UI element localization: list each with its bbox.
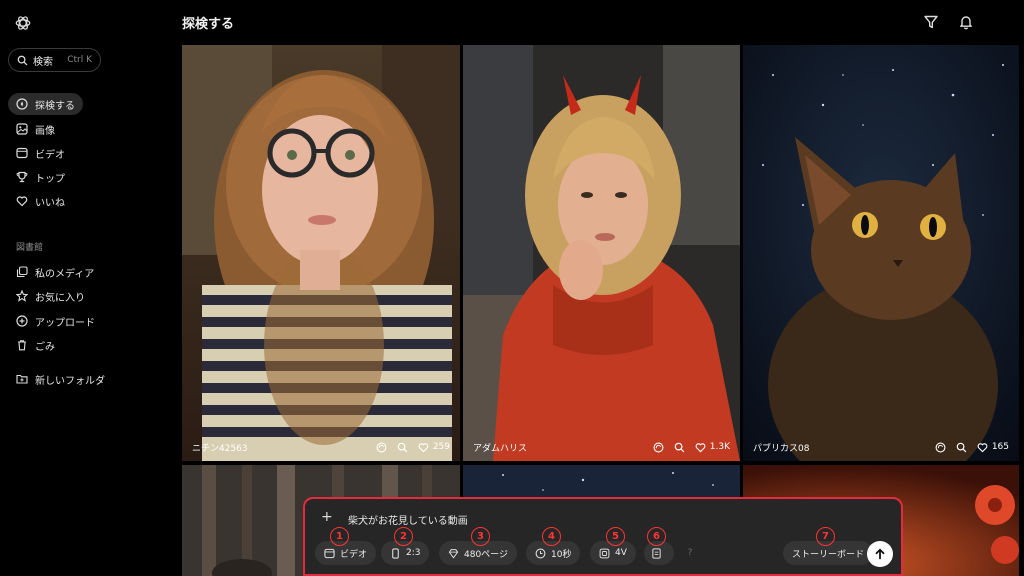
new-folder-button[interactable]: 新しいフォルダ: [8, 368, 113, 390]
card-author[interactable]: アダムハリス: [473, 441, 653, 454]
like-count: 165: [991, 442, 1009, 452]
thumbnail-cosmic-cat: [743, 45, 1019, 461]
like-button[interactable]: 1.3K: [695, 442, 730, 453]
nav-my-media[interactable]: 私のメディア: [8, 261, 102, 283]
heart-icon: [418, 442, 429, 452]
thumbnail-portrait-devil-horns: [463, 45, 740, 461]
new-folder-label: 新しいフォルダ: [35, 375, 105, 387]
chip-media-type[interactable]: ビデオ: [315, 541, 377, 565]
annotation-badge: 5: [606, 527, 625, 546]
openai-logo-icon[interactable]: [14, 14, 32, 32]
add-media-button[interactable]: +: [321, 509, 333, 525]
chip-aspect-ratio-label: 2:3: [406, 548, 421, 558]
nav-upload-label: アップロード: [35, 317, 95, 329]
preset-icon: [652, 547, 661, 559]
image-icon: [16, 123, 28, 135]
chip-variations-label: 4V: [615, 548, 627, 558]
page-title: 探検する: [182, 17, 235, 32]
annotation-badge: 1: [330, 527, 349, 546]
nav-favorites[interactable]: お気に入り: [8, 285, 93, 307]
storyboard-label: ストーリーボード: [792, 549, 865, 560]
remix-icon[interactable]: [653, 442, 664, 453]
media-icon: [16, 266, 28, 278]
card-footer: パブリカス08 165: [743, 433, 1019, 461]
help-icon: ?: [687, 548, 693, 558]
nav-favorites-label: お気に入り: [35, 292, 85, 304]
remix-icon[interactable]: [376, 442, 387, 453]
nav-videos-label: ビデオ: [35, 149, 65, 161]
help-button[interactable]: ?: [678, 541, 702, 565]
chip-resolution-label: 480ページ: [464, 549, 508, 560]
gallery-card[interactable]: パブリカス08 165: [743, 45, 1019, 461]
clock-icon: [535, 548, 546, 558]
annotation-badge: 7: [816, 527, 835, 546]
folder-plus-icon: [16, 374, 28, 384]
annotation-badge: 4: [542, 527, 561, 546]
search-icon[interactable]: [397, 442, 408, 453]
nav-trash-label: ごみ: [35, 341, 55, 353]
nav-likes-label: いいね: [35, 197, 65, 209]
like-count: 259: [432, 442, 450, 452]
nav-upload[interactable]: アップロード: [8, 310, 103, 332]
trophy-icon: [16, 171, 28, 183]
nav-explore-label: 探検する: [35, 100, 75, 112]
star-icon: [16, 290, 28, 302]
heart-icon: [695, 442, 706, 452]
thumbnail-portrait-glasses: [182, 45, 460, 461]
submit-button[interactable]: [867, 541, 893, 567]
annotation-badge: 6: [647, 527, 666, 546]
nav-images-label: 画像: [35, 125, 55, 137]
prompt-input[interactable]: 柴犬がお花見している動画: [348, 512, 468, 527]
nav-explore[interactable]: 探検する: [8, 93, 83, 115]
gallery-card[interactable]: アダムハリス 1.3K: [463, 45, 740, 461]
card-footer: ニチン42563 259: [182, 433, 460, 461]
remix-icon[interactable]: [935, 442, 946, 453]
video-icon: [16, 147, 28, 159]
arrow-up-icon: [875, 548, 885, 560]
upload-icon: [16, 315, 28, 327]
nav-top-label: トップ: [35, 173, 65, 185]
bell-icon[interactable]: [958, 14, 974, 30]
prompt-composer: + 柴犬がお花見している動画 ビデオ 2:3 480ページ 10秒 4V ? ス…: [303, 497, 903, 576]
card-footer: アダムハリス 1.3K: [463, 433, 740, 461]
like-button[interactable]: 165: [977, 442, 1009, 453]
card-author[interactable]: ニチン42563: [192, 441, 376, 454]
search-icon[interactable]: [674, 442, 685, 453]
variations-icon: [599, 548, 610, 558]
search-label: 検索: [33, 56, 53, 68]
search-icon: [17, 55, 28, 65]
annotation-badge: 2: [394, 527, 413, 546]
nav-likes[interactable]: いいね: [8, 190, 73, 212]
heart-icon: [16, 196, 28, 207]
chip-media-type-label: ビデオ: [340, 549, 368, 560]
card-author[interactable]: パブリカス08: [753, 441, 935, 454]
search-button[interactable]: 検索 Ctrl K: [8, 48, 101, 72]
quality-icon: [448, 548, 459, 558]
sidebar: 検索 Ctrl K 探検する 画像 ビデオ トップ いいね 図書館 私のメディア…: [0, 0, 170, 576]
annotation-badge: 3: [471, 527, 490, 546]
search-shortcut: Ctrl K: [67, 55, 92, 65]
video-icon: [324, 548, 335, 558]
like-button[interactable]: 259: [418, 442, 450, 453]
nav-videos[interactable]: ビデオ: [8, 142, 73, 164]
nav-trash[interactable]: ごみ: [8, 334, 63, 356]
search-icon[interactable]: [956, 442, 967, 453]
library-section-label: 図書館: [16, 243, 44, 253]
gallery-card[interactable]: ニチン42563 259: [182, 45, 460, 461]
aspect-ratio-icon: [392, 547, 399, 559]
filter-icon[interactable]: [923, 14, 939, 30]
nav-top[interactable]: トップ: [8, 166, 73, 188]
heart-icon: [977, 442, 988, 452]
trash-icon: [18, 340, 26, 351]
like-count: 1.3K: [709, 442, 730, 452]
chip-duration-label: 10秒: [551, 549, 572, 560]
nav-my-media-label: 私のメディア: [35, 268, 95, 280]
compass-icon: [16, 98, 28, 110]
nav-images[interactable]: 画像: [8, 118, 63, 140]
